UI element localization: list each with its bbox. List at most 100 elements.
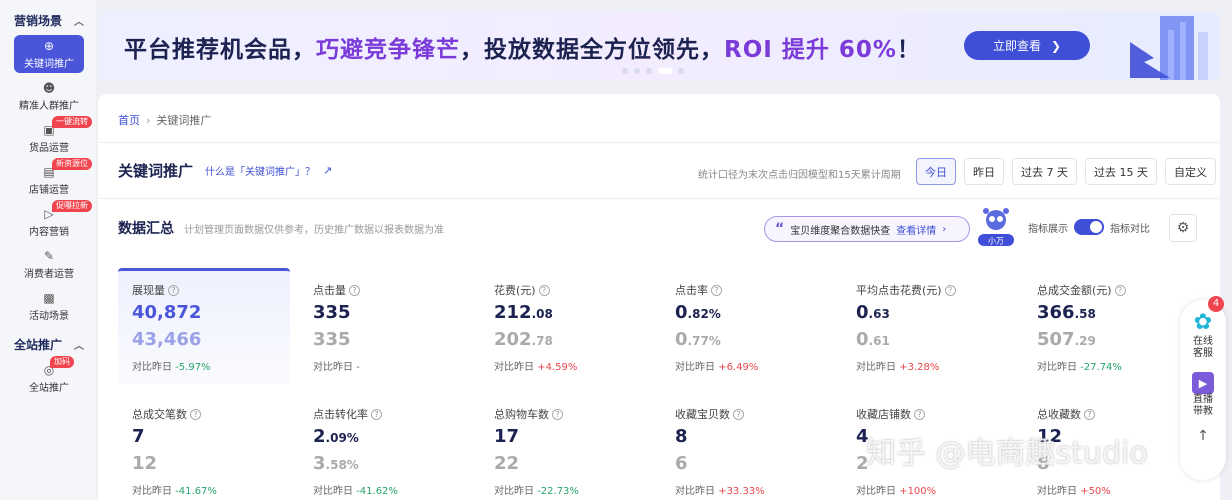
date-tab-today[interactable]: 今日 [916, 158, 956, 185]
metric-prev-dec: .29 [1074, 334, 1096, 348]
promo-detail-link[interactable]: 查看详情 [896, 222, 936, 237]
help-icon[interactable]: ? [944, 284, 956, 296]
help-icon[interactable]: ? [711, 284, 722, 296]
metric-card[interactable]: 花费(元)? 212.08 202.78 对比昨日 +4.59% [480, 268, 652, 384]
breadcrumb-home[interactable]: 首页 [118, 114, 140, 127]
banner-text: ，投放数据全方位领先， [460, 37, 724, 63]
metric-label-text: 平均点击花费(元) [856, 284, 942, 297]
banner-highlight: 巧避竞争锋芒 [316, 37, 460, 63]
metric-label-text: 收藏宝贝数 [675, 408, 730, 421]
help-icon[interactable]: ? [190, 408, 201, 420]
help-icon[interactable]: ? [552, 408, 563, 420]
live-icon[interactable]: ▶ [1192, 372, 1214, 394]
sidebar-group-site[interactable]: 全站推广 ︿ [0, 333, 96, 355]
sidebar-badge: 促曝拉新 [52, 200, 92, 212]
metric-prev-int: 22 [494, 453, 520, 474]
help-icon[interactable]: ? [733, 408, 744, 420]
metric-value-int: 8 [675, 426, 688, 447]
banner-dot[interactable] [678, 68, 684, 74]
metric-compare-label: 对比昨日 [313, 486, 353, 497]
help-icon[interactable]: ? [914, 408, 925, 420]
metric-card[interactable]: 总购物车数? 17 22 对比昨日 -22.73% [480, 392, 652, 500]
sidebar-group-marketing[interactable]: 营销场景 ︿ [0, 9, 96, 31]
sidebar-item-label: 精准人群推广 [19, 100, 79, 112]
help-icon[interactable]: ? [1114, 284, 1126, 296]
metric-label-text: 总成交笔数 [132, 408, 187, 421]
what-is-link[interactable]: 什么是「关键词推广」？ [205, 163, 315, 178]
metric-card[interactable]: 总成交笔数? 7 12 对比昨日 -41.67% [118, 392, 290, 500]
sidebar-item-activity[interactable]: ▩ 活动场景 [14, 287, 84, 325]
date-tab-yesterday[interactable]: 昨日 [964, 158, 1004, 185]
metric-prev-value: 335 [313, 329, 471, 352]
help-icon[interactable]: ? [1084, 408, 1095, 420]
metric-value-int: 0 [856, 302, 869, 323]
help-icon[interactable]: ? [168, 284, 179, 296]
metric-compare-label: 对比昨日 [494, 486, 534, 497]
metric-label: 花费(元)? [494, 282, 652, 298]
sidebar-item-shop[interactable]: 新资源位 ▤ 店铺运营 [14, 158, 92, 199]
metric-compare-label: 对比昨日 [132, 362, 172, 373]
sidebar-item-label: 全站推广 [29, 382, 69, 394]
banner-dot-active[interactable] [658, 68, 672, 74]
chevron-up-icon: ︿ [74, 340, 84, 352]
metric-compare: 对比昨日 +100% [856, 482, 1014, 497]
date-tab-custom[interactable]: 自定义 [1165, 158, 1216, 185]
date-tab-7days[interactable]: 过去 7 天 [1012, 158, 1077, 185]
sidebar-item-keyword[interactable]: ⊕ 关键词推广 [14, 35, 84, 73]
service-label-online[interactable]: 在线客服 [1191, 336, 1215, 360]
settings-button[interactable]: ⚙ [1169, 214, 1197, 242]
banner-dot[interactable] [622, 68, 628, 74]
breadcrumb: 首页 › 关键词推广 [118, 112, 211, 128]
robot-assistant-icon[interactable]: 小万 [974, 204, 1018, 248]
metric-compare: 对比昨日 +3.28% [856, 358, 1014, 373]
compare-toggle-switch[interactable] [1074, 219, 1104, 235]
metric-prev-int: 43,466 [132, 329, 202, 350]
metric-card[interactable]: 点击转化率? 2.09% 3.58% 对比昨日 -41.62% [299, 392, 471, 500]
banner-dot[interactable] [646, 68, 652, 74]
metric-compare-value: -41.62% [356, 486, 398, 497]
external-link-icon[interactable]: ↗ [323, 164, 332, 177]
metric-compare: 对比昨日 -5.97% [132, 358, 290, 373]
metric-compare-value: +100% [899, 486, 937, 497]
metric-compare-value: +50% [1080, 486, 1111, 497]
help-icon[interactable]: ? [349, 284, 360, 296]
breadcrumb-separator-icon: › [146, 114, 151, 127]
consumer-icon: ✎ [43, 248, 55, 263]
sidebar-item-crowd[interactable]: ☻ 精准人群推广 [14, 77, 84, 115]
sidebar-item-label: 店铺运营 [29, 184, 69, 196]
help-icon[interactable]: ? [371, 408, 382, 420]
metric-label-text: 总购物车数 [494, 408, 549, 421]
metric-label: 总收藏数? [1037, 406, 1195, 422]
metric-prev-value: 0.61 [856, 329, 1014, 352]
metric-card[interactable]: 展现量? 40,872 43,466 对比昨日 -5.97% [118, 268, 290, 384]
date-tab-15days[interactable]: 过去 15 天 [1085, 158, 1157, 185]
metric-value: 40,872 [132, 302, 290, 325]
metric-card[interactable]: 平均点击花费(元)? 0.63 0.61 对比昨日 +3.28% [842, 268, 1014, 384]
activity-icon: ▩ [43, 290, 55, 305]
quote-icon: “ [775, 221, 785, 237]
metric-card[interactable]: 总成交金额(元)? 366.58 507.29 对比昨日 -27.74% [1023, 268, 1195, 384]
service-label-live[interactable]: 直播带教 [1191, 394, 1215, 418]
metric-value: 2.09% [313, 426, 471, 449]
metric-card[interactable]: 点击量? 335 335 对比昨日 - [299, 268, 471, 384]
customer-service-icon[interactable]: ✿ [1194, 310, 1212, 336]
back-to-top-icon[interactable]: ↑ [1197, 428, 1209, 444]
sidebar-item-goods[interactable]: 一键流转 ▣ 货品运营 [14, 116, 92, 157]
metric-compare: 对比昨日 -41.67% [132, 482, 290, 497]
sidebar-item-site[interactable]: 加码 ◎ 全站推广 [14, 356, 84, 397]
help-icon[interactable]: ? [538, 284, 550, 296]
promo-banner[interactable]: 平台推荐机会品，巧避竞争锋芒，投放数据全方位领先，ROI 提升 60%！ 立即查… [98, 12, 1220, 80]
metric-card[interactable]: 收藏宝贝数? 8 6 对比昨日 +33.33% [661, 392, 833, 500]
banner-dot[interactable] [634, 68, 640, 74]
metric-label: 收藏店铺数? [856, 406, 1014, 422]
metric-compare: 对比昨日 -22.73% [494, 482, 652, 497]
breadcrumb-current: 关键词推广 [156, 114, 212, 127]
aggregate-data-promo[interactable]: “ 宝贝维度聚合数据快查 查看详情 › [764, 216, 970, 242]
metric-toggle: 指标展示 指标对比 [1028, 219, 1150, 235]
sidebar-item-consumer[interactable]: ✎ 消费者运营 [14, 245, 84, 283]
metric-prev-dec: .58% [325, 458, 359, 472]
banner-view-button[interactable]: 立即查看 ❯ [964, 31, 1090, 60]
sidebar-item-content[interactable]: 促曝拉新 ▷ 内容营销 [14, 200, 92, 241]
metric-card[interactable]: 点击率? 0.82% 0.77% 对比昨日 +6.49% [661, 268, 833, 384]
metric-value: 212.08 [494, 302, 652, 325]
